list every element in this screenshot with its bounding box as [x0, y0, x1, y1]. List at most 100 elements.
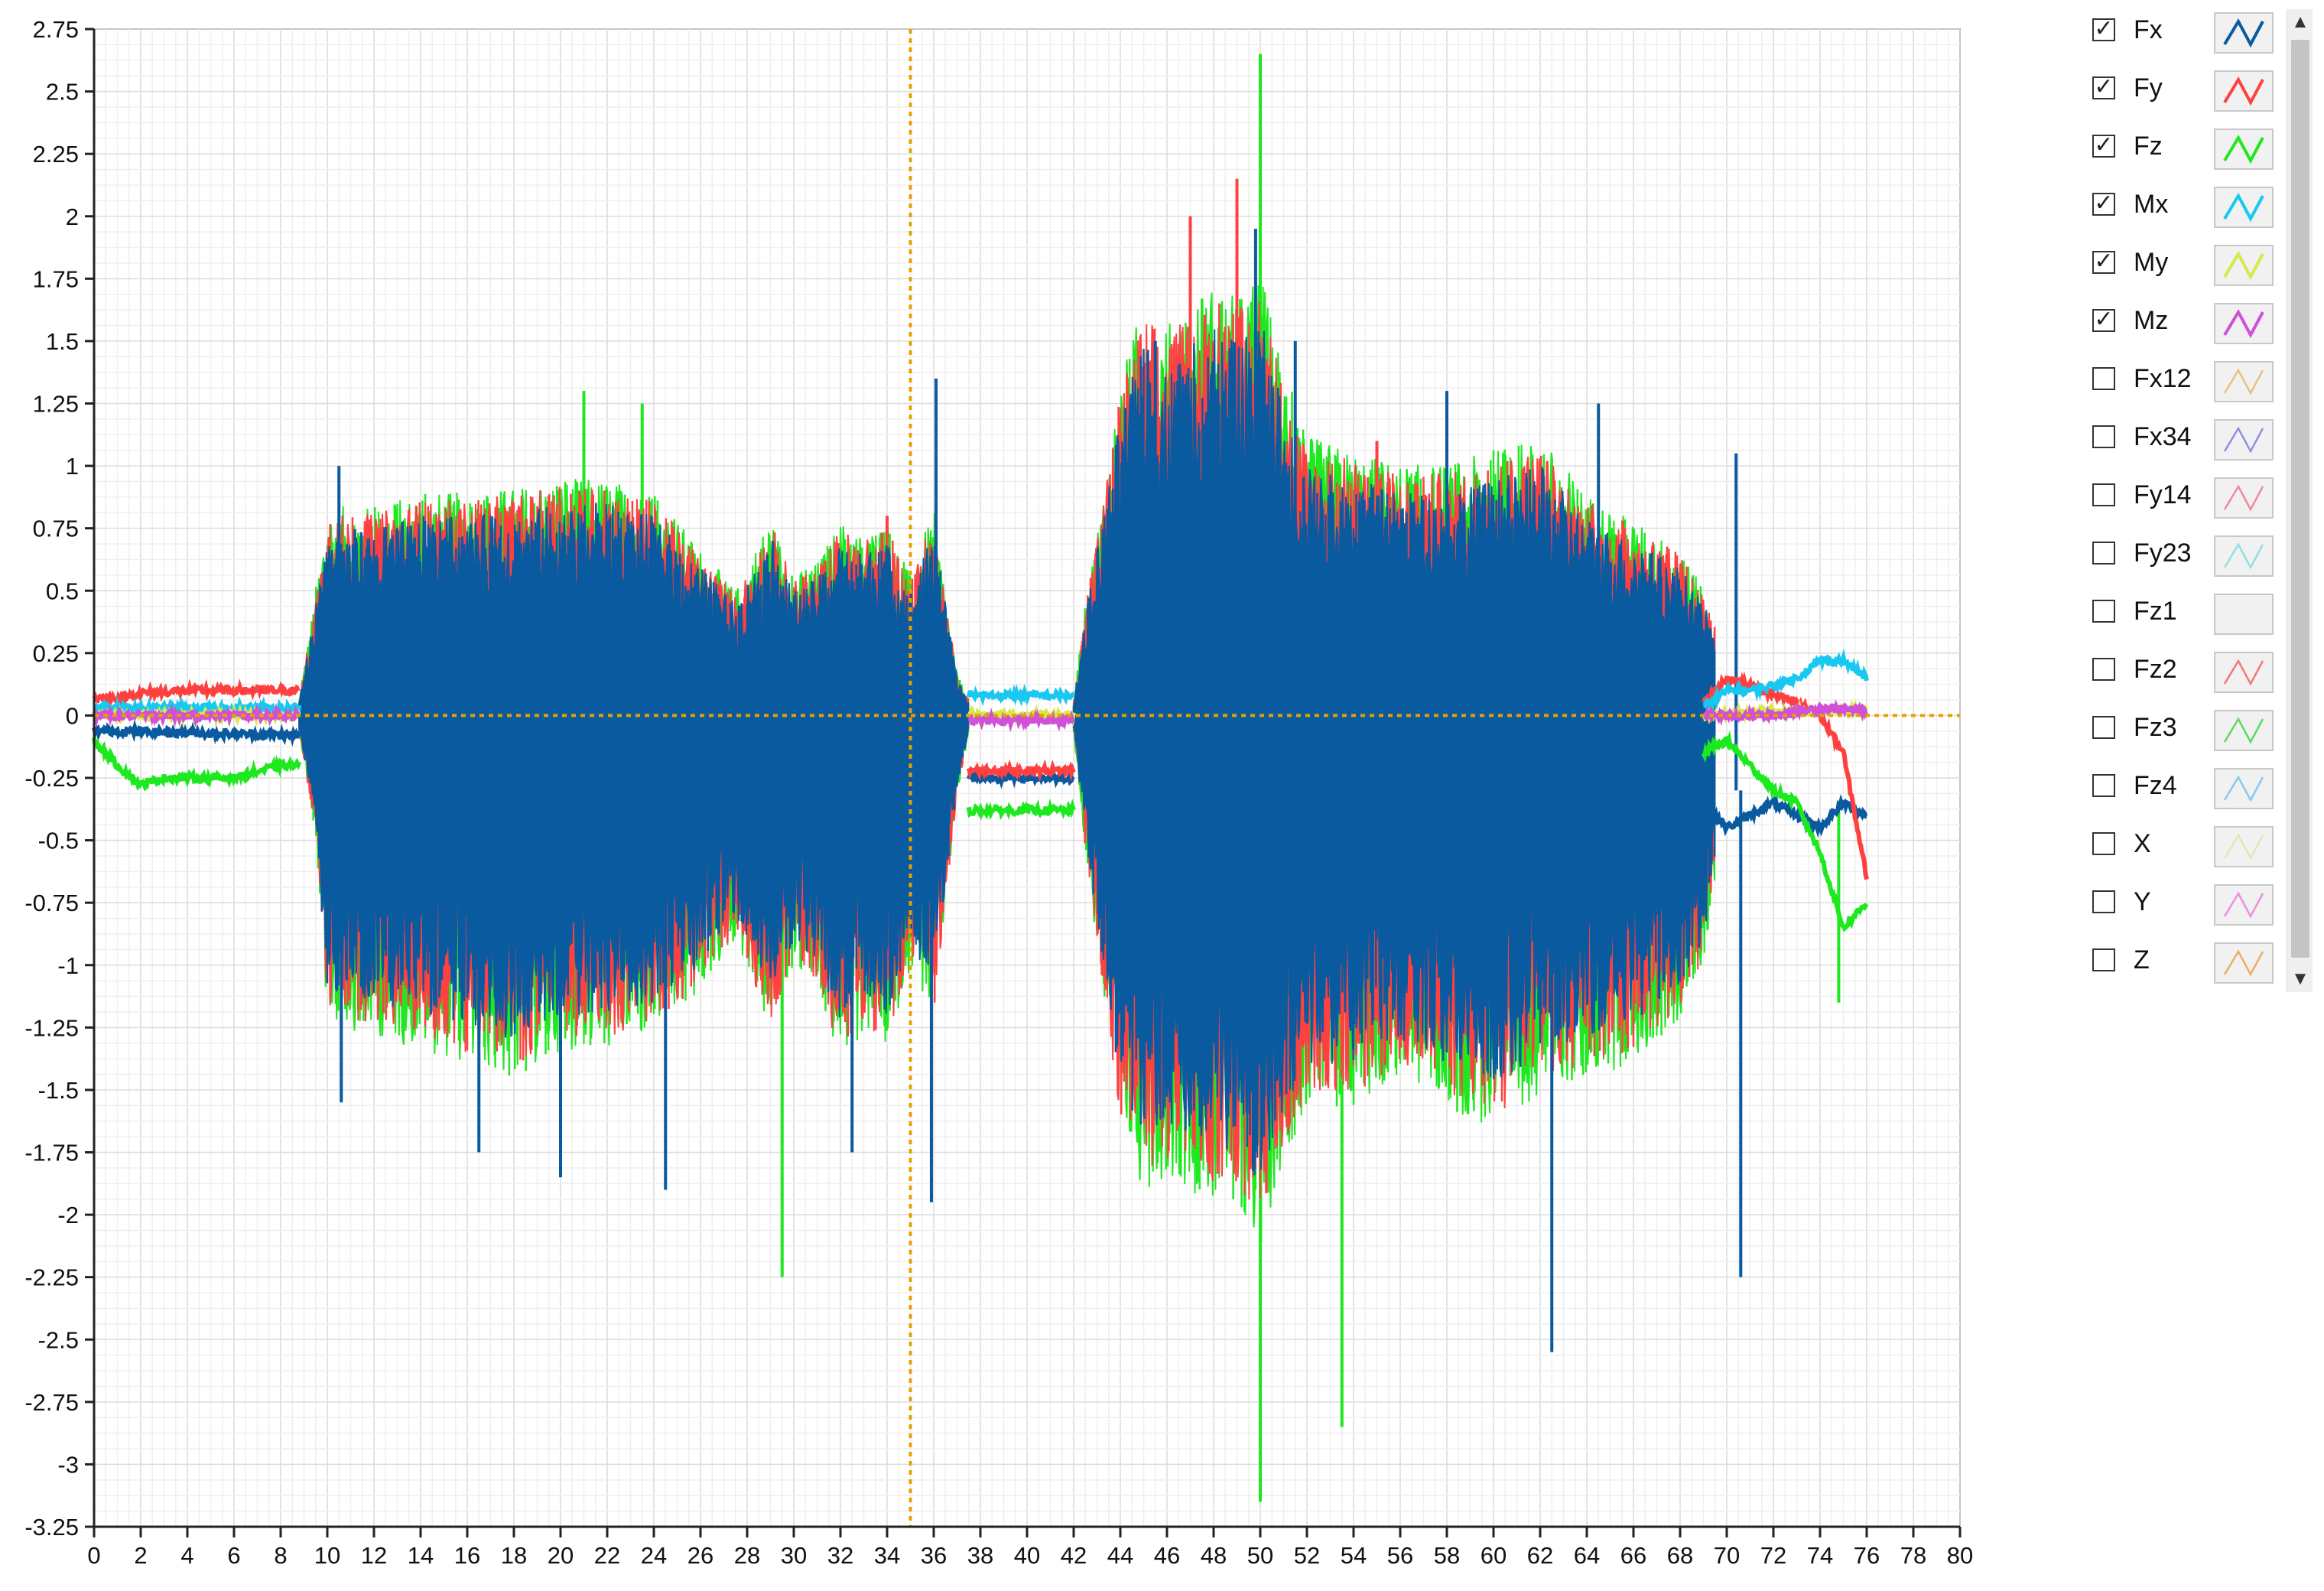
series-fx-line: [92, 719, 301, 747]
legend-item-y[interactable]: Y: [2080, 881, 2287, 929]
series-mx-line: [966, 683, 1076, 707]
legend-item-fz[interactable]: ✓ Fz: [2080, 125, 2287, 173]
legend-item-fz1[interactable]: Fz1: [2080, 591, 2287, 638]
legend-label: My: [2134, 248, 2169, 277]
legend-checkbox[interactable]: [2092, 425, 2115, 448]
x-tick-label: 34: [874, 1542, 900, 1569]
legend-checkbox[interactable]: [2092, 483, 2115, 506]
line-style-swatch-icon[interactable]: [2214, 419, 2274, 460]
x-tick-label: 80: [1947, 1542, 1973, 1569]
swatch-line: [2223, 891, 2264, 919]
legend-item-mz[interactable]: ✓ Mz: [2080, 300, 2287, 347]
legend-label: Fx: [2134, 15, 2163, 44]
x-tick-label: 30: [781, 1542, 807, 1569]
x-tick-label: 78: [1900, 1542, 1926, 1569]
legend-checkbox[interactable]: [2092, 774, 2115, 797]
legend-label: Mx: [2134, 190, 2169, 219]
x-tick-label: 42: [1061, 1542, 1087, 1569]
x-tick-label: 24: [641, 1542, 667, 1569]
legend-checkbox[interactable]: [2092, 716, 2115, 739]
legend-checkbox[interactable]: [2092, 832, 2115, 855]
line-style-swatch-icon[interactable]: [2214, 245, 2274, 286]
scroll-down-arrow-icon[interactable]: ▼: [2287, 966, 2313, 992]
legend-item-x[interactable]: X: [2080, 823, 2287, 870]
legend-item-fx12[interactable]: Fx12: [2080, 358, 2287, 405]
line-style-swatch-icon[interactable]: [2214, 594, 2274, 635]
legend-item-fy14[interactable]: Fy14: [2080, 474, 2287, 522]
y-tick-label: 2.75: [33, 16, 79, 43]
x-tick-label: 70: [1714, 1542, 1740, 1569]
line-style-swatch-icon[interactable]: [2214, 652, 2274, 693]
legend-label: Fy: [2134, 73, 2163, 102]
legend-checkbox[interactable]: ✓: [2092, 250, 2115, 274]
y-tick-label: 1.25: [33, 391, 79, 418]
x-tick-label: 4: [180, 1542, 193, 1569]
legend-item-fx[interactable]: ✓ Fx: [2080, 9, 2287, 57]
x-tick-label: 64: [1574, 1542, 1600, 1569]
line-style-swatch-icon[interactable]: [2214, 768, 2274, 809]
line-style-swatch-icon[interactable]: [2214, 129, 2274, 170]
plot-legend: ✓ Fx ✓ Fy ✓ Fz ✓ Mx ✓ My ✓ Mz Fx12 Fx34 Fy14 Fy23 Fz1 Fz2…: [2080, 9, 2313, 992]
legend-checkbox[interactable]: ✓: [2092, 134, 2115, 158]
line-style-swatch-icon[interactable]: [2214, 12, 2274, 54]
legend-label: Fz: [2134, 132, 2163, 161]
line-style-swatch-icon[interactable]: [2214, 303, 2274, 344]
y-tick-label: 2.5: [46, 79, 79, 106]
legend-checkbox[interactable]: ✓: [2092, 18, 2115, 41]
swatch-line: [2223, 833, 2264, 861]
legend-checkbox[interactable]: ✓: [2092, 192, 2115, 216]
legend-item-my[interactable]: ✓ My: [2080, 242, 2287, 289]
y-tick-label: -1: [57, 952, 79, 979]
legend-checkbox[interactable]: ✓: [2092, 308, 2115, 332]
legend-checkbox[interactable]: [2092, 890, 2115, 913]
legend-item-fy23[interactable]: Fy23: [2080, 532, 2287, 580]
line-style-swatch-icon[interactable]: [2214, 361, 2274, 402]
swatch-line: [2223, 134, 2264, 164]
x-tick-label: 18: [501, 1542, 527, 1569]
legend-label: Y: [2134, 887, 2151, 916]
y-tick-label: 2.25: [33, 141, 79, 168]
y-tick-label: -0.75: [24, 890, 79, 916]
legend-item-fz3[interactable]: Fz3: [2080, 707, 2287, 754]
legend-label: Fy14: [2134, 480, 2192, 509]
legend-checkbox[interactable]: [2092, 367, 2115, 390]
line-style-swatch-icon[interactable]: [2214, 70, 2274, 112]
line-style-swatch-icon[interactable]: [2214, 826, 2274, 867]
legend-label: Fz4: [2134, 771, 2177, 800]
x-tick-label: 10: [314, 1542, 340, 1569]
scroll-up-arrow-icon[interactable]: ▲: [2287, 9, 2313, 35]
y-tick-label: -1.25: [24, 1014, 79, 1041]
line-style-swatch-icon[interactable]: [2214, 942, 2274, 984]
legend-checkbox[interactable]: [2092, 948, 2115, 971]
legend-item-fy[interactable]: ✓ Fy: [2080, 67, 2287, 115]
legend-label: Fz3: [2134, 713, 2177, 742]
x-tick-label: 58: [1434, 1542, 1460, 1569]
scroll-thumb[interactable]: [2291, 40, 2309, 958]
line-style-swatch-icon[interactable]: [2214, 535, 2274, 577]
legend-checkbox[interactable]: [2092, 658, 2115, 681]
swatch-line: [2223, 368, 2264, 395]
legend-checkbox[interactable]: [2092, 542, 2115, 564]
x-tick-label: 0: [87, 1542, 100, 1569]
legend-label: Fz2: [2134, 655, 2177, 684]
line-style-swatch-icon[interactable]: [2214, 884, 2274, 926]
legend-item-fz2[interactable]: Fz2: [2080, 649, 2287, 696]
swatch-line: [2223, 308, 2264, 339]
x-tick-label: 60: [1481, 1542, 1507, 1569]
line-style-swatch-icon[interactable]: [2214, 187, 2274, 228]
line-style-swatch-icon[interactable]: [2214, 477, 2274, 519]
swatch-line: [2223, 250, 2264, 281]
legend-item-mx[interactable]: ✓ Mx: [2080, 184, 2287, 231]
y-tick-label: 0.5: [46, 578, 79, 604]
legend-checkbox[interactable]: ✓: [2092, 76, 2115, 99]
legend-label: Fy23: [2134, 538, 2192, 568]
legend-scrollbar[interactable]: ▲ ▼: [2287, 9, 2313, 992]
x-tick-label: 6: [227, 1542, 240, 1569]
legend-item-fz4[interactable]: Fz4: [2080, 765, 2287, 812]
line-style-swatch-icon[interactable]: [2214, 710, 2274, 751]
legend-item-fx34[interactable]: Fx34: [2080, 416, 2287, 464]
y-tick-label: -0.25: [24, 765, 79, 792]
x-tick-label: 46: [1154, 1542, 1180, 1569]
legend-checkbox[interactable]: [2092, 600, 2115, 623]
legend-item-z[interactable]: Z: [2080, 939, 2287, 987]
